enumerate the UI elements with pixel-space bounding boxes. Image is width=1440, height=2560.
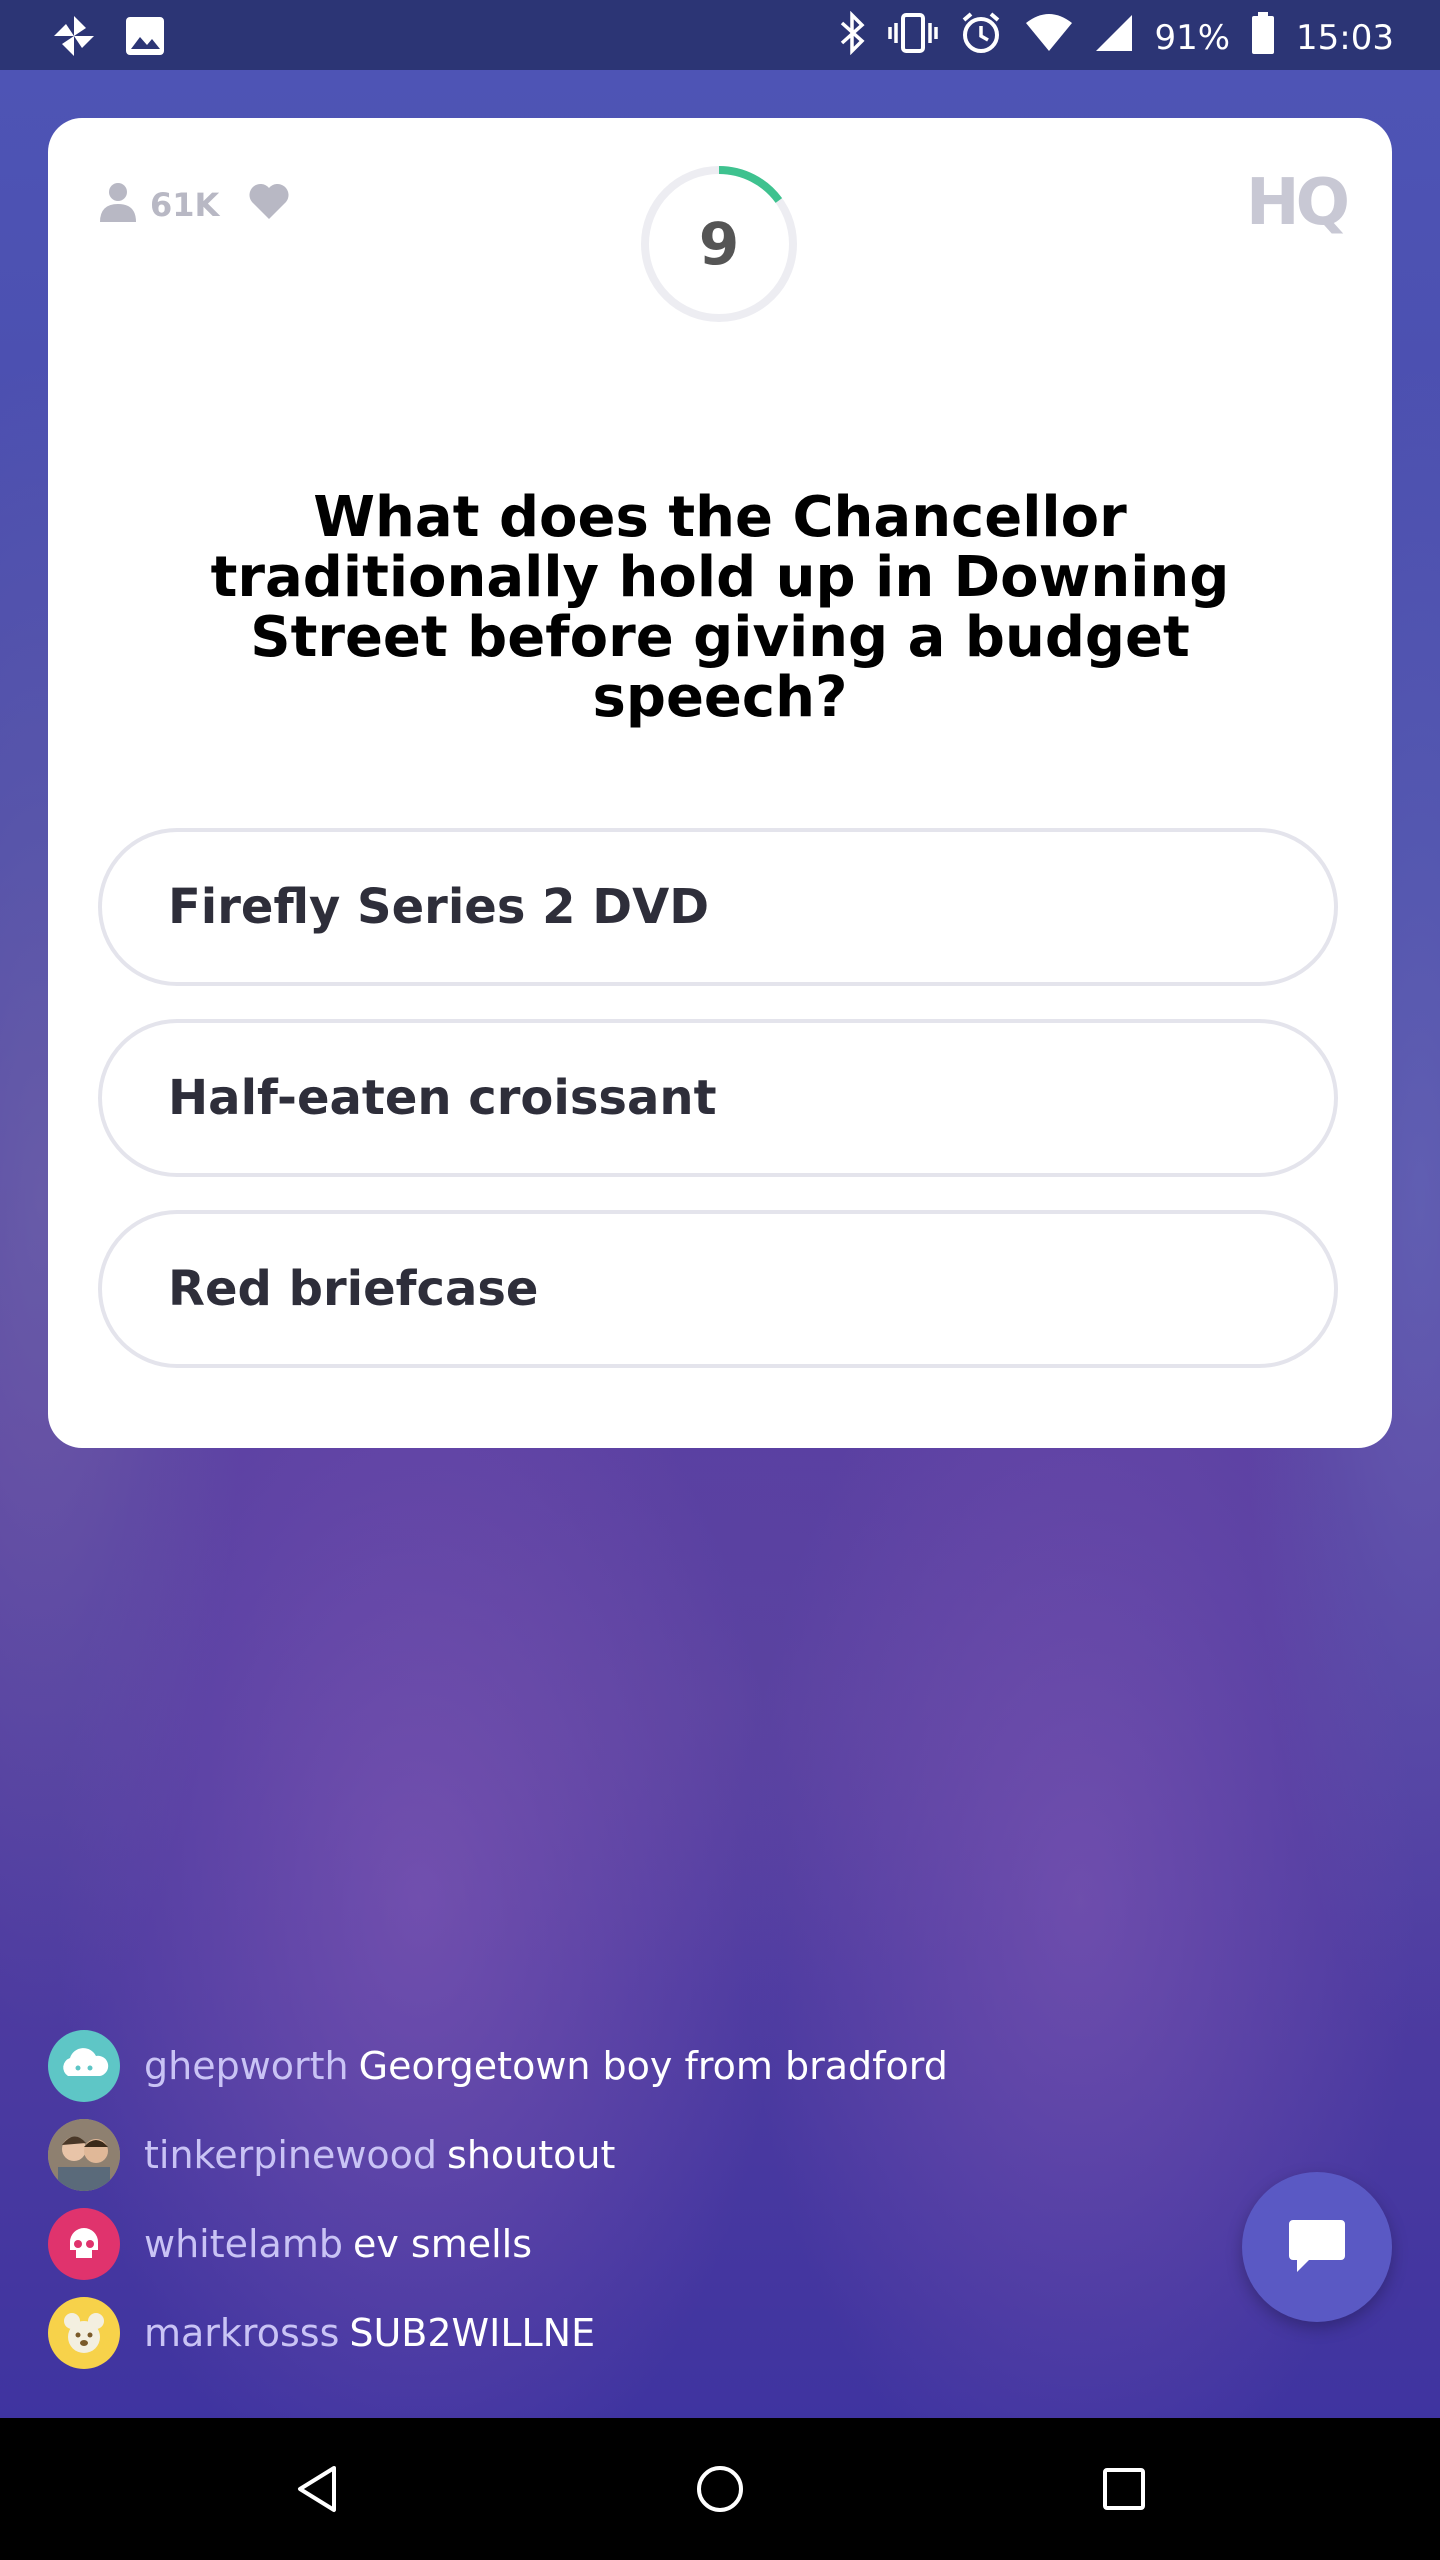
chat-username: markrosss (144, 2311, 340, 2355)
answer-option-1[interactable]: Firefly Series 2 DVD (98, 828, 1338, 986)
chat-message-text: ev smells (352, 2222, 533, 2266)
battery-icon (1250, 11, 1276, 64)
chat-bubble-icon (1287, 2218, 1347, 2280)
status-bar: 91% 15:03 (0, 0, 1440, 70)
countdown-timer: 9 (639, 164, 799, 324)
question-card: 61K 9 HQ What does the Chancellor tradit… (48, 118, 1392, 1448)
hq-logo: HQ (1246, 166, 1350, 240)
chat-username: whitelamb (144, 2222, 343, 2266)
avatar (48, 2208, 120, 2280)
chat-message: markrosss SUB2WILLNE (48, 2297, 595, 2369)
chat-username: ghepworth (144, 2044, 349, 2088)
heart-icon[interactable] (247, 181, 291, 229)
viewer-count: 61K (98, 180, 291, 230)
viewer-count-label: 61K (150, 186, 220, 224)
chat-message: tinkerpinewood shoutout (48, 2119, 615, 2191)
pinwheel-icon (50, 12, 98, 64)
clock: 15:03 (1296, 17, 1394, 58)
question-text: What does the Chancellor traditionally h… (210, 485, 1230, 730)
chat-message-text: shoutout (447, 2133, 616, 2177)
avatar (48, 2030, 120, 2102)
gallery-icon (122, 13, 168, 63)
answer-label: Half-eaten croissant (168, 1070, 717, 1126)
chat-message: ghepworth Georgetown boy from bradford (48, 2030, 948, 2102)
answer-option-2[interactable]: Half-eaten croissant (98, 1019, 1338, 1177)
vibrate-icon (888, 11, 939, 64)
countdown-number: 9 (698, 210, 740, 278)
chat-message-text: SUB2WILLNE (349, 2311, 596, 2355)
home-icon[interactable] (693, 2462, 747, 2520)
bluetooth-icon (838, 10, 868, 64)
battery-percent: 91% (1154, 17, 1231, 58)
back-icon[interactable] (290, 2462, 344, 2520)
avatar (48, 2119, 120, 2191)
answer-option-3[interactable]: Red briefcase (98, 1210, 1338, 1368)
chat-username: tinkerpinewood (144, 2133, 438, 2177)
avatar (48, 2297, 120, 2369)
navigation-bar (0, 2418, 1440, 2560)
chat-message-text: Georgetown boy from bradford (358, 2044, 948, 2088)
signal-icon (1094, 13, 1134, 62)
alarm-icon (958, 10, 1004, 65)
wifi-icon (1024, 13, 1074, 62)
answer-label: Firefly Series 2 DVD (168, 879, 710, 935)
answer-label: Red briefcase (168, 1261, 539, 1317)
chat-message: whitelamb ev smells (48, 2208, 532, 2280)
person-icon (98, 180, 138, 230)
recents-icon[interactable] (1097, 2462, 1151, 2520)
chat-button[interactable] (1242, 2172, 1392, 2322)
